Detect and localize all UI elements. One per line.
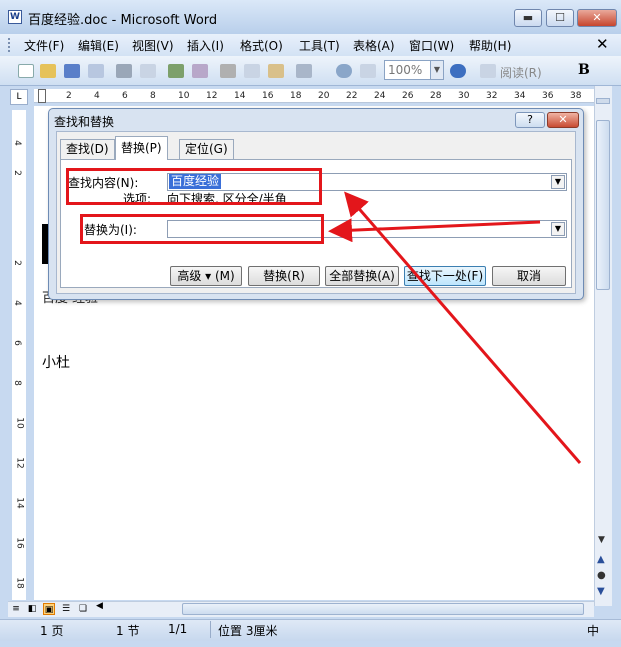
annotation-arrows [328,191,582,464]
annotation-arrow-find [344,191,582,464]
tab-replace[interactable]: 替换(P) [115,136,168,160]
annotation-arrow-replace [328,218,541,243]
